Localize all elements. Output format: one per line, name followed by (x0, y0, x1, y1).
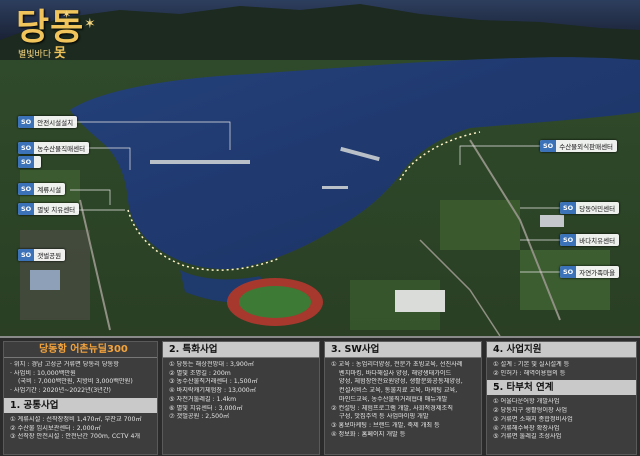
sw-project-line: 구성, 맛집주역 등 사업마이핑 개발 (339, 413, 429, 421)
map-tag-seafood: SO 수산물외식판매센터 (540, 140, 618, 152)
map-tag-village: SO 자연가족마을 (560, 266, 620, 278)
common-project-heading: 1. 공통사업 (4, 397, 157, 413)
overview-line: · 사업기간 : 2020년~2022년(3년간) (10, 387, 111, 395)
project-info-panel: 당동항 어촌뉴딜300 · 위치 : 경남 고성군 거류면 당동리 당동항 · … (0, 336, 640, 456)
map-tag-mooring: SO 계류시설 (18, 183, 66, 195)
star-icon: ✶ (84, 16, 96, 32)
common-project-lines: ① 계류시설 : 선착장정비 1,470㎡, 부잔교 700㎡ ② 수산물 임시… (4, 413, 157, 442)
special-project-line: ⑤ 자전거둘레길 : 1.4km (169, 395, 237, 403)
linkage-line: ④ 거류해수욕장 확장사업 (493, 424, 560, 432)
overview-line: · 위치 : 경남 고성군 거류면 당동리 당동항 (10, 361, 119, 368)
sw-project-column: 3. SW사업 ① 교육 : 농업리더양성, 전문가 초빙교육, 선진사례 벤치… (324, 341, 482, 455)
support-lines: ① 설계 : 기본 및 실시설계 등 ② 인허가 : 해역이용협의 등 (487, 358, 636, 378)
logo-subtitle: 별빛바다 못 (18, 46, 84, 61)
support-column: 4. 사업지원 ① 설계 : 기본 및 실시설계 등 ② 인허가 : 해역이용협… (486, 341, 637, 455)
sw-project-line: 컨설서비스 교육, 동물치료 교육, 마케팅 교육, (339, 387, 458, 395)
special-project-line: ② 별빛 조명길 : 200m (169, 369, 231, 377)
sw-project-line: ③ 홍보마케팅 : 브랜드 개발, 축제 개최 등 (331, 421, 440, 429)
map-tag-blank: SO (18, 156, 42, 168)
overview-heading: 당동항 어촌뉴딜300 (4, 342, 157, 358)
poster: 당동 별빛바다 못 ✶ ✶ SO 안전시설설치 SO 농수산물직매센터 SO S… (0, 0, 640, 456)
sw-project-line: 양성, 체험장안전요원양성, 생활문화공동체양성, (339, 378, 463, 386)
sw-project-lines: ① 교육 : 농업리더양성, 전문가 초빙교육, 선진사례 벤치마킹, 바다해설… (325, 358, 481, 439)
map-tag-fishers: SO 당동어민센터 (560, 202, 620, 214)
aerial-map-photo: 당동 별빛바다 못 ✶ ✶ SO 안전시설설치 SO 농수산물직매센터 SO S… (0, 0, 640, 336)
support-heading: 4. 사업지원 (487, 342, 636, 358)
sw-project-line: ② 컨설팅 : 체험프로그램 개발, 사회적경제조직 (331, 404, 453, 412)
overview-lines: · 위치 : 경남 고성군 거류면 당동리 당동항 · 사업비 : 10,000… (4, 358, 157, 396)
map-tag-safety: SO 안전시설설치 (18, 116, 78, 128)
brand-logo: 당동 별빛바다 못 (16, 8, 84, 61)
support-line: ② 인허가 : 해역이용협의 등 (493, 369, 566, 377)
sw-project-line: ① 교육 : 농업리더양성, 전문가 초빙교육, 선진사례 (331, 361, 463, 368)
linkage-heading: 5. 타부처 연계 (487, 380, 636, 396)
aerial-scene (0, 0, 640, 336)
map-tag-mudflat: SO 갯벌공원 (18, 249, 66, 261)
map-tag-market: SO 농수산물직매센터 (18, 142, 90, 154)
support-line: ① 설계 : 기본 및 실시설계 등 (493, 361, 570, 368)
star-icon: ✶ (62, 8, 72, 21)
common-project-line: ③ 선착장 안전시설 : 안전난간 700m, CCTV 4개 (10, 433, 141, 441)
special-project-line: ⑦ 갯벌공원 : 2,500㎡ (169, 413, 230, 421)
map-tag-sea-healing: SO 바다치유센터 (560, 234, 620, 246)
sw-project-heading: 3. SW사업 (325, 342, 481, 358)
common-project-line: ① 계류시설 : 선착장정비 1,470㎡, 부잔교 700㎡ (10, 415, 142, 423)
linkage-line: ⑤ 거류면 둘레길 조성사업 (493, 433, 562, 441)
linkage-line: ① 어울다운어항 개발사업 (493, 398, 560, 406)
special-project-lines: ① 당동는 해상전망대 : 3,900㎡ ② 별빛 조명길 : 200m ③ 농… (163, 358, 319, 422)
overview-line: (국비 : 7,000백만원, 지방비 3,000백만원) (18, 378, 133, 386)
linkage-line: ③ 거류면 소재지 종합정비사업 (493, 415, 573, 423)
linkage-line: ② 당동지구 생활형이장 사업 (493, 407, 568, 415)
logo-subtitle-prefix: 별빛바다 (18, 50, 52, 60)
map-tag-healing: SO 별빛 치유센터 (18, 203, 80, 215)
logo-title: 당동 (16, 7, 85, 48)
special-project-line: ③ 농수산물직거래센터 : 1,500㎡ (169, 378, 258, 386)
special-project-heading: 2. 특화사업 (163, 342, 319, 358)
logo-subtitle-word: 못 (54, 46, 66, 61)
overview-line: · 사업비 : 10,000백만원 (10, 369, 76, 377)
linkage-lines: ① 어울다운어항 개발사업 ② 당동지구 생활형이장 사업 ③ 거류면 소재지 … (487, 395, 636, 442)
overview-column: 당동항 어촌뉴딜300 · 위치 : 경남 고성군 거류면 당동리 당동항 · … (3, 341, 158, 455)
special-project-line: ⑥ 별빛 치유센터 : 3,000㎡ (169, 404, 243, 412)
special-project-column: 2. 특화사업 ① 당동는 해상전망대 : 3,900㎡ ② 별빛 조명길 : … (162, 341, 320, 455)
special-project-line: ① 당동는 해상전망대 : 3,900㎡ (169, 361, 254, 368)
common-project-line: ② 수산물 임시보관센터 : 2,000㎡ (10, 424, 101, 432)
sw-project-line: 벤치마킹, 바다해설사 양성, 해양생태가이드 (339, 369, 452, 377)
sw-project-line: ④ 정보화 : 홈페이지 개발 등 (331, 430, 406, 438)
sw-project-line: 마인드교육, 농수산물직거래협대 매뉴개발 (339, 395, 448, 403)
special-project-line: ④ 바지락캐기체험장 : 13,000㎡ (169, 387, 256, 395)
